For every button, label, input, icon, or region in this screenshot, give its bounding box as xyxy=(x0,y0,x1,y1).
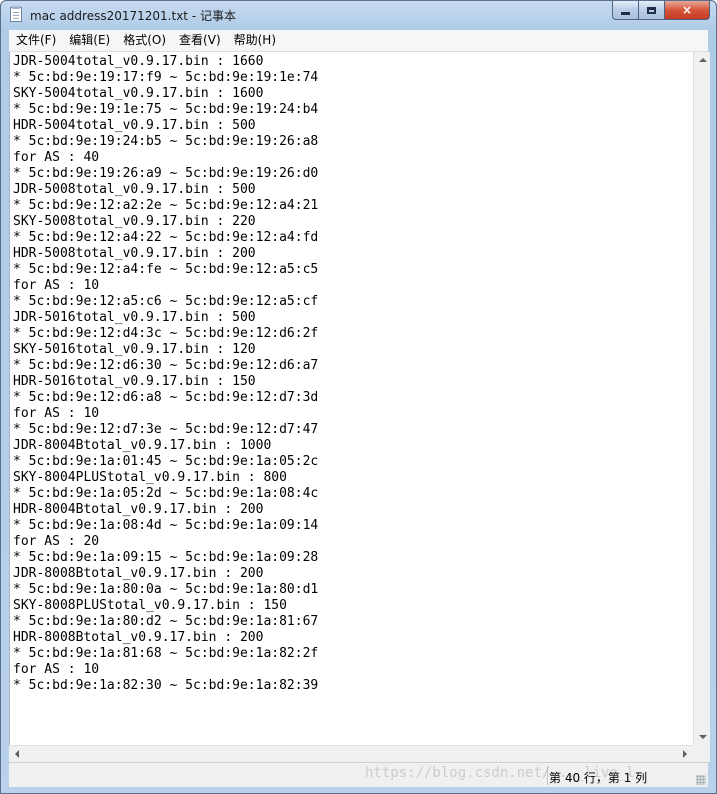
scroll-corner xyxy=(693,745,710,762)
editor-line: * 5c:bd:9e:19:24:b5 ~ 5c:bd:9e:19:26:a8 xyxy=(13,134,319,149)
notepad-window: mac address20171201.txt - 记事本 × 文件(F) 编辑… xyxy=(0,0,717,794)
text-editor[interactable]: JDR-5004total_v0.9.17.bin : 1660 * 5c:bd:… xyxy=(9,52,694,745)
menu-bar: 文件(F) 编辑(E) 格式(O) 查看(V) 帮助(H) xyxy=(9,30,708,52)
scroll-right-icon[interactable] xyxy=(683,750,687,758)
close-button[interactable]: × xyxy=(665,1,710,20)
minimize-icon xyxy=(621,11,630,15)
editor-line: * 5c:bd:9e:1a:82:30 ~ 5c:bd:9e:1a:82:39 xyxy=(13,678,319,693)
editor-content[interactable]: JDR-5004total_v0.9.17.bin : 1660 * 5c:bd:… xyxy=(10,52,694,694)
maximize-icon xyxy=(647,6,656,14)
scroll-left-icon[interactable] xyxy=(15,750,19,758)
title-bar[interactable]: mac address20171201.txt - 记事本 × xyxy=(1,1,716,29)
editor-line: for AS : 40 xyxy=(13,150,100,165)
editor-line: * 5c:bd:9e:1a:80:d2 ~ 5c:bd:9e:1a:81:67 xyxy=(13,614,319,629)
menu-help[interactable]: 帮助(H) xyxy=(227,30,282,51)
editor-line: for AS : 10 xyxy=(13,278,100,293)
close-icon: × xyxy=(681,3,693,17)
editor-line: * 5c:bd:9e:12:d6:a8 ~ 5c:bd:9e:12:d7:3d xyxy=(13,390,319,405)
vertical-scrollbar[interactable] xyxy=(693,52,710,745)
editor-line: HDR-8004Btotal_v0.9.17.bin : 200 xyxy=(13,502,264,517)
menu-format[interactable]: 格式(O) xyxy=(116,30,172,51)
editor-line: HDR-5016total_v0.9.17.bin : 150 xyxy=(13,374,256,389)
menu-edit[interactable]: 编辑(E) xyxy=(62,30,116,51)
editor-line: SKY-5008total_v0.9.17.bin : 220 xyxy=(13,214,256,229)
editor-line: * 5c:bd:9e:12:a4:22 ~ 5c:bd:9e:12:a4:fd xyxy=(13,230,319,245)
watermark: https://blog.csdn.net/..._live_l xyxy=(365,765,635,781)
resize-grip-icon[interactable] xyxy=(696,775,706,785)
editor-line: JDR-5004total_v0.9.17.bin : 1660 xyxy=(13,54,264,69)
editor-line: * 5c:bd:9e:1a:81:68 ~ 5c:bd:9e:1a:82:2f xyxy=(13,646,319,661)
notepad-icon xyxy=(10,6,22,22)
editor-line: * 5c:bd:9e:12:a2:2e ~ 5c:bd:9e:12:a4:21 xyxy=(13,198,319,213)
editor-line: * 5c:bd:9e:19:26:a9 ~ 5c:bd:9e:19:26:d0 xyxy=(13,166,319,181)
scroll-up-icon[interactable] xyxy=(699,58,707,62)
editor-line: for AS : 20 xyxy=(13,534,100,549)
editor-line: * 5c:bd:9e:1a:09:15 ~ 5c:bd:9e:1a:09:28 xyxy=(13,550,319,565)
editor-line: JDR-5008total_v0.9.17.bin : 500 xyxy=(13,182,256,197)
editor-line: * 5c:bd:9e:1a:08:4d ~ 5c:bd:9e:1a:09:14 xyxy=(13,518,319,533)
maximize-button[interactable] xyxy=(639,1,665,20)
editor-line: JDR-8008Btotal_v0.9.17.bin : 200 xyxy=(13,566,264,581)
editor-line: * 5c:bd:9e:1a:80:0a ~ 5c:bd:9e:1a:80:d1 xyxy=(13,582,319,597)
editor-line: JDR-8004Btotal_v0.9.17.bin : 1000 xyxy=(13,438,272,453)
menu-view[interactable]: 查看(V) xyxy=(172,30,227,51)
menu-file[interactable]: 文件(F) xyxy=(9,30,62,51)
editor-line: SKY-5016total_v0.9.17.bin : 120 xyxy=(13,342,256,357)
editor-line: * 5c:bd:9e:1a:01:45 ~ 5c:bd:9e:1a:05:2c xyxy=(13,454,319,469)
horizontal-scrollbar[interactable] xyxy=(9,745,693,762)
editor-line: HDR-8008Btotal_v0.9.17.bin : 200 xyxy=(13,630,264,645)
editor-line: SKY-5004total_v0.9.17.bin : 1600 xyxy=(13,86,264,101)
window-title: mac address20171201.txt - 记事本 xyxy=(30,9,236,23)
editor-line: SKY-8004PLUStotal_v0.9.17.bin : 800 xyxy=(13,470,287,485)
editor-line: HDR-5004total_v0.9.17.bin : 500 xyxy=(13,118,256,133)
editor-line: * 5c:bd:9e:1a:05:2d ~ 5c:bd:9e:1a:08:4c xyxy=(13,486,319,501)
editor-line: * 5c:bd:9e:12:d4:3c ~ 5c:bd:9e:12:d6:2f xyxy=(13,326,319,341)
caption-buttons: × xyxy=(612,1,710,21)
editor-line: * 5c:bd:9e:12:d6:30 ~ 5c:bd:9e:12:d6:a7 xyxy=(13,358,319,373)
editor-line: SKY-8008PLUStotal_v0.9.17.bin : 150 xyxy=(13,598,287,613)
editor-line: for AS : 10 xyxy=(13,662,100,677)
minimize-button[interactable] xyxy=(612,1,639,20)
scroll-down-icon[interactable] xyxy=(699,735,707,739)
editor-line: * 5c:bd:9e:19:17:f9 ~ 5c:bd:9e:19:1e:74 xyxy=(13,70,319,85)
editor-line: JDR-5016total_v0.9.17.bin : 500 xyxy=(13,310,256,325)
editor-line: * 5c:bd:9e:12:a4:fe ~ 5c:bd:9e:12:a5:c5 xyxy=(13,262,319,277)
editor-line: HDR-5008total_v0.9.17.bin : 200 xyxy=(13,246,256,261)
editor-line: * 5c:bd:9e:19:1e:75 ~ 5c:bd:9e:19:24:b4 xyxy=(13,102,319,117)
editor-line: for AS : 10 xyxy=(13,406,100,421)
editor-line: * 5c:bd:9e:12:a5:c6 ~ 5c:bd:9e:12:a5:cf xyxy=(13,294,319,309)
editor-line: * 5c:bd:9e:12:d7:3e ~ 5c:bd:9e:12:d7:47 xyxy=(13,422,319,437)
